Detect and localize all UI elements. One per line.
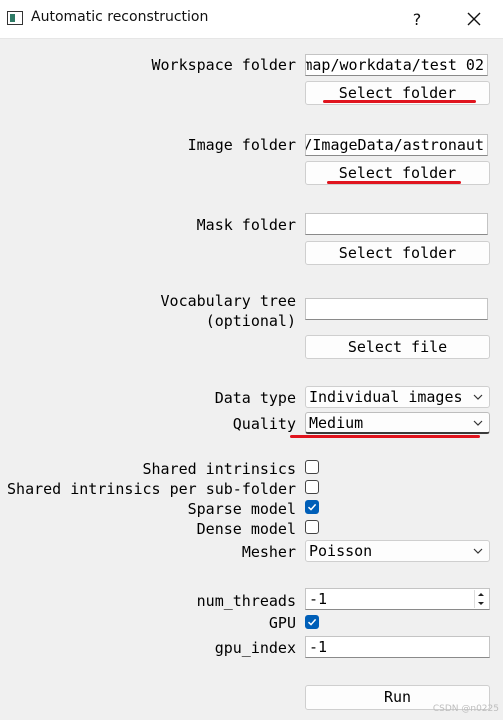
gpu-checkbox[interactable] [305,615,319,629]
mask-folder-label: Mask folder [196,216,296,234]
gpu-index-input[interactable]: -1 [305,636,490,658]
dense-model-label: Dense model [196,520,296,538]
quality-select[interactable]: Medium [305,412,490,434]
mesher-label: Mesher [241,543,296,561]
gpu-index-label: gpu_index [214,639,296,657]
num-threads-spinbox[interactable]: -1 [305,588,490,610]
mesher-value: Poisson [309,542,373,560]
mesher-select[interactable]: Poisson [305,540,490,562]
sparse-model-label: Sparse model [187,500,296,518]
help-button[interactable]: ? [399,4,435,34]
spin-arrows[interactable] [474,590,488,608]
mask-select-folder-button[interactable]: Select folder [305,241,490,265]
chevron-down-icon [473,548,483,554]
vocabulary-tree-optional-label: (optional) [205,312,296,330]
chevron-down-icon [473,420,483,426]
vocabulary-tree-label: Vocabulary tree [160,292,296,310]
spin-up-icon [478,593,484,596]
image-folder-label: Image folder [187,136,296,154]
shared-intrinsics-checkbox[interactable] [305,460,319,474]
window-title: Automatic reconstruction [31,9,209,25]
app-icon [7,11,23,25]
num-threads-label: num_threads [196,592,296,610]
close-button[interactable] [456,4,492,34]
image-folder-input[interactable]: o/ImageData/astronaut [305,134,488,156]
checkmark-icon [307,618,317,626]
gpu-label: GPU [268,614,296,632]
quality-value: Medium [309,414,364,432]
checkmark-icon [307,503,317,511]
shared-intrinsics-label: Shared intrinsics [142,460,296,478]
data-type-select[interactable]: Individual images [305,386,490,408]
vocabulary-select-file-button[interactable]: Select file [305,335,490,359]
data-type-value: Individual images [309,388,463,406]
watermark: CSDN @n0225 [432,704,499,714]
annotation-underline [323,100,476,103]
quality-label: Quality [232,415,296,433]
dense-model-checkbox[interactable] [305,520,319,534]
mask-folder-input[interactable] [305,213,488,235]
shared-intrinsics-per-subfolder-checkbox[interactable] [305,480,319,494]
annotation-underline [290,435,480,438]
workspace-folder-label: Workspace folder [151,56,297,74]
chevron-down-icon [473,394,483,400]
vocabulary-tree-input[interactable] [305,298,488,320]
data-type-label: Data type [214,389,296,407]
spin-down-icon [478,602,484,605]
workspace-folder-input[interactable]: .map/workdata/test 02 [305,54,488,76]
num-threads-value: -1 [309,590,328,608]
close-icon [467,12,481,26]
annotation-underline [327,181,461,184]
title-bar: Automatic reconstruction ? [0,0,503,39]
sparse-model-checkbox[interactable] [305,500,319,514]
shared-intrinsics-per-subfolder-label: Shared intrinsics per sub-folder [7,480,296,498]
